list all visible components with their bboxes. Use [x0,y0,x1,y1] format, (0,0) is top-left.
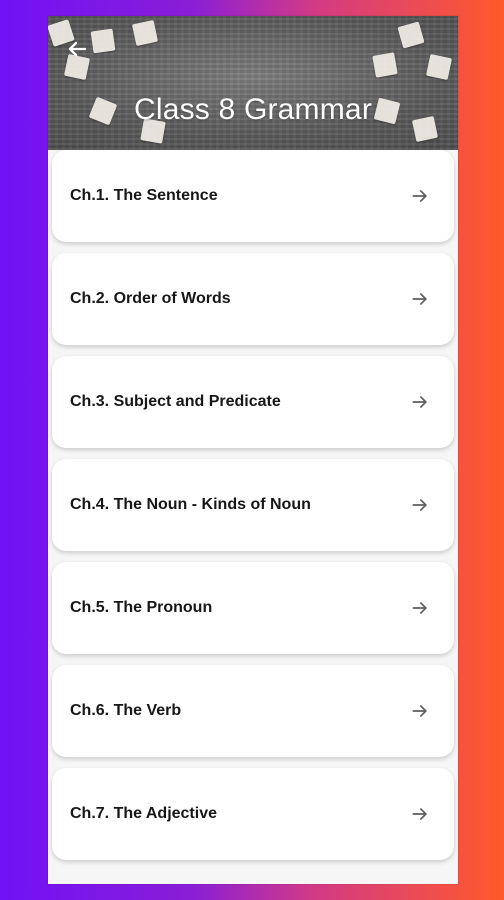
chapter-label: Ch.6. The Verb [70,702,182,719]
arrow-right-icon [410,598,430,618]
chapter-card-7[interactable]: Ch.7. The Adjective [52,768,454,860]
letter-tile-decoration [90,28,116,54]
back-button[interactable] [60,32,94,66]
letter-tile-decoration [131,19,159,47]
chapter-label: Ch.7. The Adjective [70,805,217,822]
chapter-card-5[interactable]: Ch.5. The Pronoun [52,562,454,654]
chapter-card-4[interactable]: Ch.4. The Noun - Kinds of Noun [52,459,454,551]
arrow-right-icon [410,289,430,309]
chapter-label: Ch.3. Subject and Predicate [70,393,281,410]
letter-tile-decoration [425,53,453,81]
chapter-card-2[interactable]: Ch.2. Order of Words [52,253,454,345]
chapter-list: Ch.1. The Sentence Ch.2. Order of Words … [48,150,458,884]
header-banner: Class 8 Grammar [48,16,458,150]
letter-tile-decoration [372,52,398,78]
arrow-right-icon [410,701,430,721]
chapter-label: Ch.5. The Pronoun [70,599,213,616]
scrabble-tiles-background [48,16,458,150]
chapter-card-1[interactable]: Ch.1. The Sentence [52,150,454,242]
arrow-right-icon [410,186,430,206]
chapter-card-6[interactable]: Ch.6. The Verb [52,665,454,757]
chapter-label: Ch.2. Order of Words [70,290,231,307]
chapter-label: Ch.1. The Sentence [70,187,218,204]
arrow-right-icon [410,804,430,824]
app-screen: Class 8 Grammar Ch.1. The Sentence Ch.2.… [48,16,458,884]
arrow-right-icon [410,495,430,515]
letter-tile-decoration [397,21,425,49]
chapter-label: Ch.4. The Noun - Kinds of Noun [70,496,311,513]
chapter-card-3[interactable]: Ch.3. Subject and Predicate [52,356,454,448]
arrow-right-icon [410,392,430,412]
page-title: Class 8 Grammar [133,93,373,126]
arrow-left-icon [65,37,89,61]
